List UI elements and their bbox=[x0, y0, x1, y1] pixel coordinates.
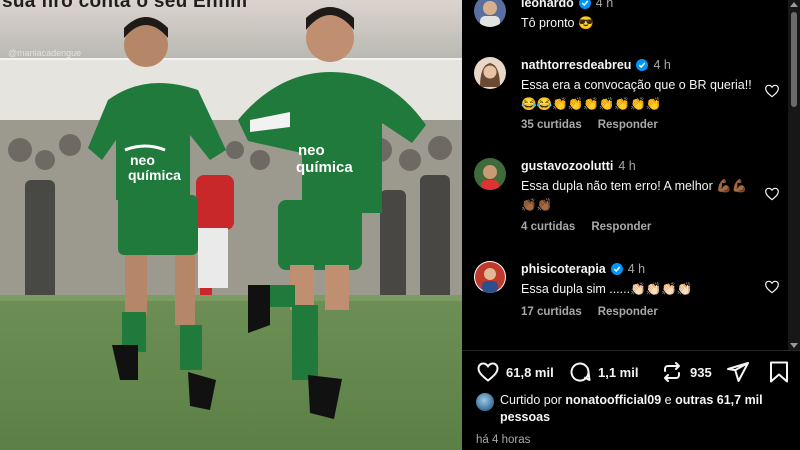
repost-icon[interactable] bbox=[660, 360, 684, 384]
like-comment-heart-icon[interactable] bbox=[764, 279, 780, 295]
comment-likes[interactable]: 17 curtidas bbox=[521, 306, 582, 318]
bookmark-icon[interactable] bbox=[768, 360, 790, 384]
send-icon[interactable] bbox=[726, 360, 750, 384]
liked-by-user[interactable]: nonatoofficial09 bbox=[565, 393, 661, 407]
comment-bubble-icon[interactable] bbox=[568, 360, 592, 384]
photo-headline: sua firo conta o seu Enfim bbox=[2, 0, 248, 12]
liked-by-conj: e bbox=[664, 393, 672, 407]
svg-text:química: química bbox=[128, 167, 181, 183]
share-action[interactable] bbox=[726, 360, 750, 384]
scrollbar[interactable] bbox=[788, 0, 800, 350]
svg-text:neo: neo bbox=[130, 152, 155, 168]
repost-action[interactable]: 935 bbox=[660, 360, 712, 384]
avatar-image-icon bbox=[474, 261, 506, 293]
verified-badge-icon bbox=[578, 0, 591, 9]
comment-likes[interactable]: 35 curtidas bbox=[521, 119, 582, 131]
comment-username[interactable]: phisicoterapia bbox=[521, 261, 606, 277]
avatar[interactable] bbox=[474, 0, 506, 27]
reply-button[interactable]: Responder bbox=[591, 221, 651, 233]
avatar-image-icon bbox=[474, 57, 506, 89]
post-photo[interactable]: neo química neo química sua firo conta o… bbox=[0, 0, 462, 450]
avatar[interactable] bbox=[474, 261, 506, 293]
comment-time[interactable]: 4 h bbox=[628, 261, 645, 277]
reply-button[interactable]: Responder bbox=[598, 306, 658, 318]
comment-time[interactable]: 4 h bbox=[618, 158, 635, 174]
avatar[interactable] bbox=[474, 57, 506, 89]
liked-by-prefix: Curtido por bbox=[500, 393, 562, 407]
avatar-image-icon bbox=[474, 158, 506, 190]
scroll-down-arrow[interactable] bbox=[790, 343, 798, 348]
svg-text:neo: neo bbox=[298, 142, 325, 159]
liked-by: Curtido por nonatoofficial09 e outras 61… bbox=[476, 392, 786, 426]
svg-text:química: química bbox=[296, 159, 353, 176]
heart-icon[interactable] bbox=[476, 360, 500, 384]
verified-badge-icon bbox=[636, 59, 649, 71]
liked-by-avatar[interactable] bbox=[476, 393, 494, 411]
comments-panel: leonardo 4 h Tô pronto 😎 nathtorresdeabr… bbox=[462, 0, 800, 450]
like-comment-heart-icon[interactable] bbox=[764, 186, 780, 202]
like-count: 61,8 mil bbox=[506, 364, 554, 380]
scroll-up-arrow[interactable] bbox=[790, 2, 798, 7]
repost-count: 935 bbox=[690, 364, 712, 380]
verified-badge-icon bbox=[610, 263, 623, 275]
comment-time[interactable]: 4 h bbox=[596, 0, 613, 11]
photo-illustration: neo química neo química bbox=[0, 0, 462, 450]
comment-text: Essa dupla sim ......👏🏻👏🏻👏🏻👏🏻 bbox=[521, 282, 693, 296]
like-comment-heart-icon[interactable] bbox=[764, 83, 780, 99]
post-timestamp[interactable]: há 4 horas bbox=[476, 434, 530, 446]
action-bar: 61,8 mil 1,1 mil 935 bbox=[476, 360, 788, 384]
comment-count: 1,1 mil bbox=[598, 364, 639, 380]
avatar-image-icon bbox=[474, 0, 506, 27]
photo-watermark: @maniacadengue bbox=[8, 48, 82, 58]
comment-text: Tô pronto 😎 bbox=[521, 16, 594, 30]
comment-likes[interactable]: 4 curtidas bbox=[521, 221, 575, 233]
comment-username[interactable]: gustavozoolutti bbox=[521, 158, 613, 174]
comment-action[interactable]: 1,1 mil bbox=[568, 360, 638, 384]
reply-button[interactable]: Responder bbox=[598, 119, 658, 131]
divider bbox=[462, 350, 800, 351]
comment-time[interactable]: 4 h bbox=[653, 57, 670, 73]
comment-username[interactable]: leonardo bbox=[521, 0, 574, 11]
avatar[interactable] bbox=[474, 158, 506, 190]
like-action[interactable]: 61,8 mil bbox=[476, 360, 554, 384]
scrollbar-thumb[interactable] bbox=[791, 12, 797, 107]
comment-text: Essa dupla não tem erro! A melhor 💪🏾💪🏾👏🏾… bbox=[521, 179, 748, 212]
save-action[interactable] bbox=[768, 360, 790, 384]
comment-username[interactable]: nathtorresdeabreu bbox=[521, 57, 631, 73]
comment-text: Essa era a convocação que o BR queria!! … bbox=[521, 78, 752, 111]
